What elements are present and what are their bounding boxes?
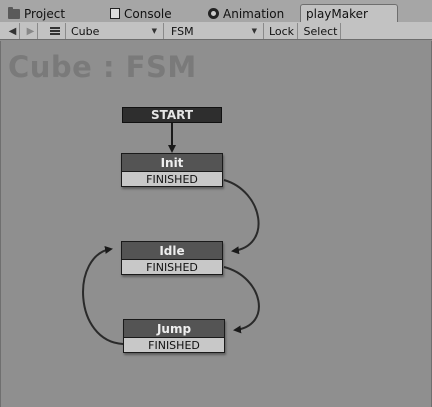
state-init[interactable]: Init FINISHED	[121, 153, 223, 187]
fsm-value: FSM	[171, 24, 194, 38]
state-name: Jump	[124, 320, 224, 337]
fsm-graph-canvas[interactable]: Cube : FSM START Init FINISHED Idle FINI…	[0, 41, 432, 407]
tab-project[interactable]: Project	[4, 5, 65, 22]
init-to-idle-link	[223, 179, 260, 255]
fsm-menu-button[interactable]	[44, 23, 66, 39]
state-idle[interactable]: Idle FINISHED	[121, 241, 223, 275]
fsm-toolbar: ◀ ▶ Cube ▼ FSM ▼ Lock Select	[0, 22, 432, 40]
folder-icon	[8, 6, 20, 19]
transition-event[interactable]: FINISHED	[122, 259, 222, 274]
tab-animation[interactable]: Animation	[204, 5, 284, 22]
state-name: Idle	[122, 242, 222, 259]
select-button[interactable]: Select	[301, 23, 341, 39]
dropdown-caret-icon: ▼	[151, 27, 157, 35]
start-node[interactable]: START	[122, 107, 222, 123]
console-icon	[110, 8, 120, 19]
tab-bar: Project Console Animation playMaker	[0, 0, 432, 23]
tab-label: playMaker	[306, 7, 368, 21]
dropdown-caret-icon: ▼	[251, 27, 257, 35]
tab-label: Animation	[223, 6, 285, 21]
animation-icon	[208, 8, 219, 19]
arrow-right-icon: ▶	[26, 25, 35, 37]
next-fsm-button[interactable]: ▶	[24, 23, 38, 39]
state-jump[interactable]: Jump FINISHED	[123, 319, 225, 353]
transition-event[interactable]: FINISHED	[124, 337, 224, 352]
tab-console[interactable]: Console	[106, 5, 172, 22]
tab-label: Project	[24, 6, 66, 21]
previous-fsm-button[interactable]: ◀	[6, 23, 20, 39]
jump-to-idle-link	[82, 245, 124, 345]
gameobject-selector[interactable]: Cube ▼	[68, 23, 164, 39]
gameobject-value: Cube	[71, 24, 100, 38]
menu-icon	[49, 27, 60, 35]
state-name: Init	[122, 154, 222, 171]
fsm-selector[interactable]: FSM ▼	[168, 23, 264, 39]
transition-event[interactable]: FINISHED	[122, 171, 222, 186]
idle-to-jump-link	[223, 266, 260, 334]
tab-label: Console	[124, 6, 172, 21]
lock-button[interactable]: Lock	[266, 23, 298, 39]
tab-playmaker[interactable]: playMaker	[300, 4, 398, 23]
arrow-left-icon: ◀	[8, 25, 17, 37]
